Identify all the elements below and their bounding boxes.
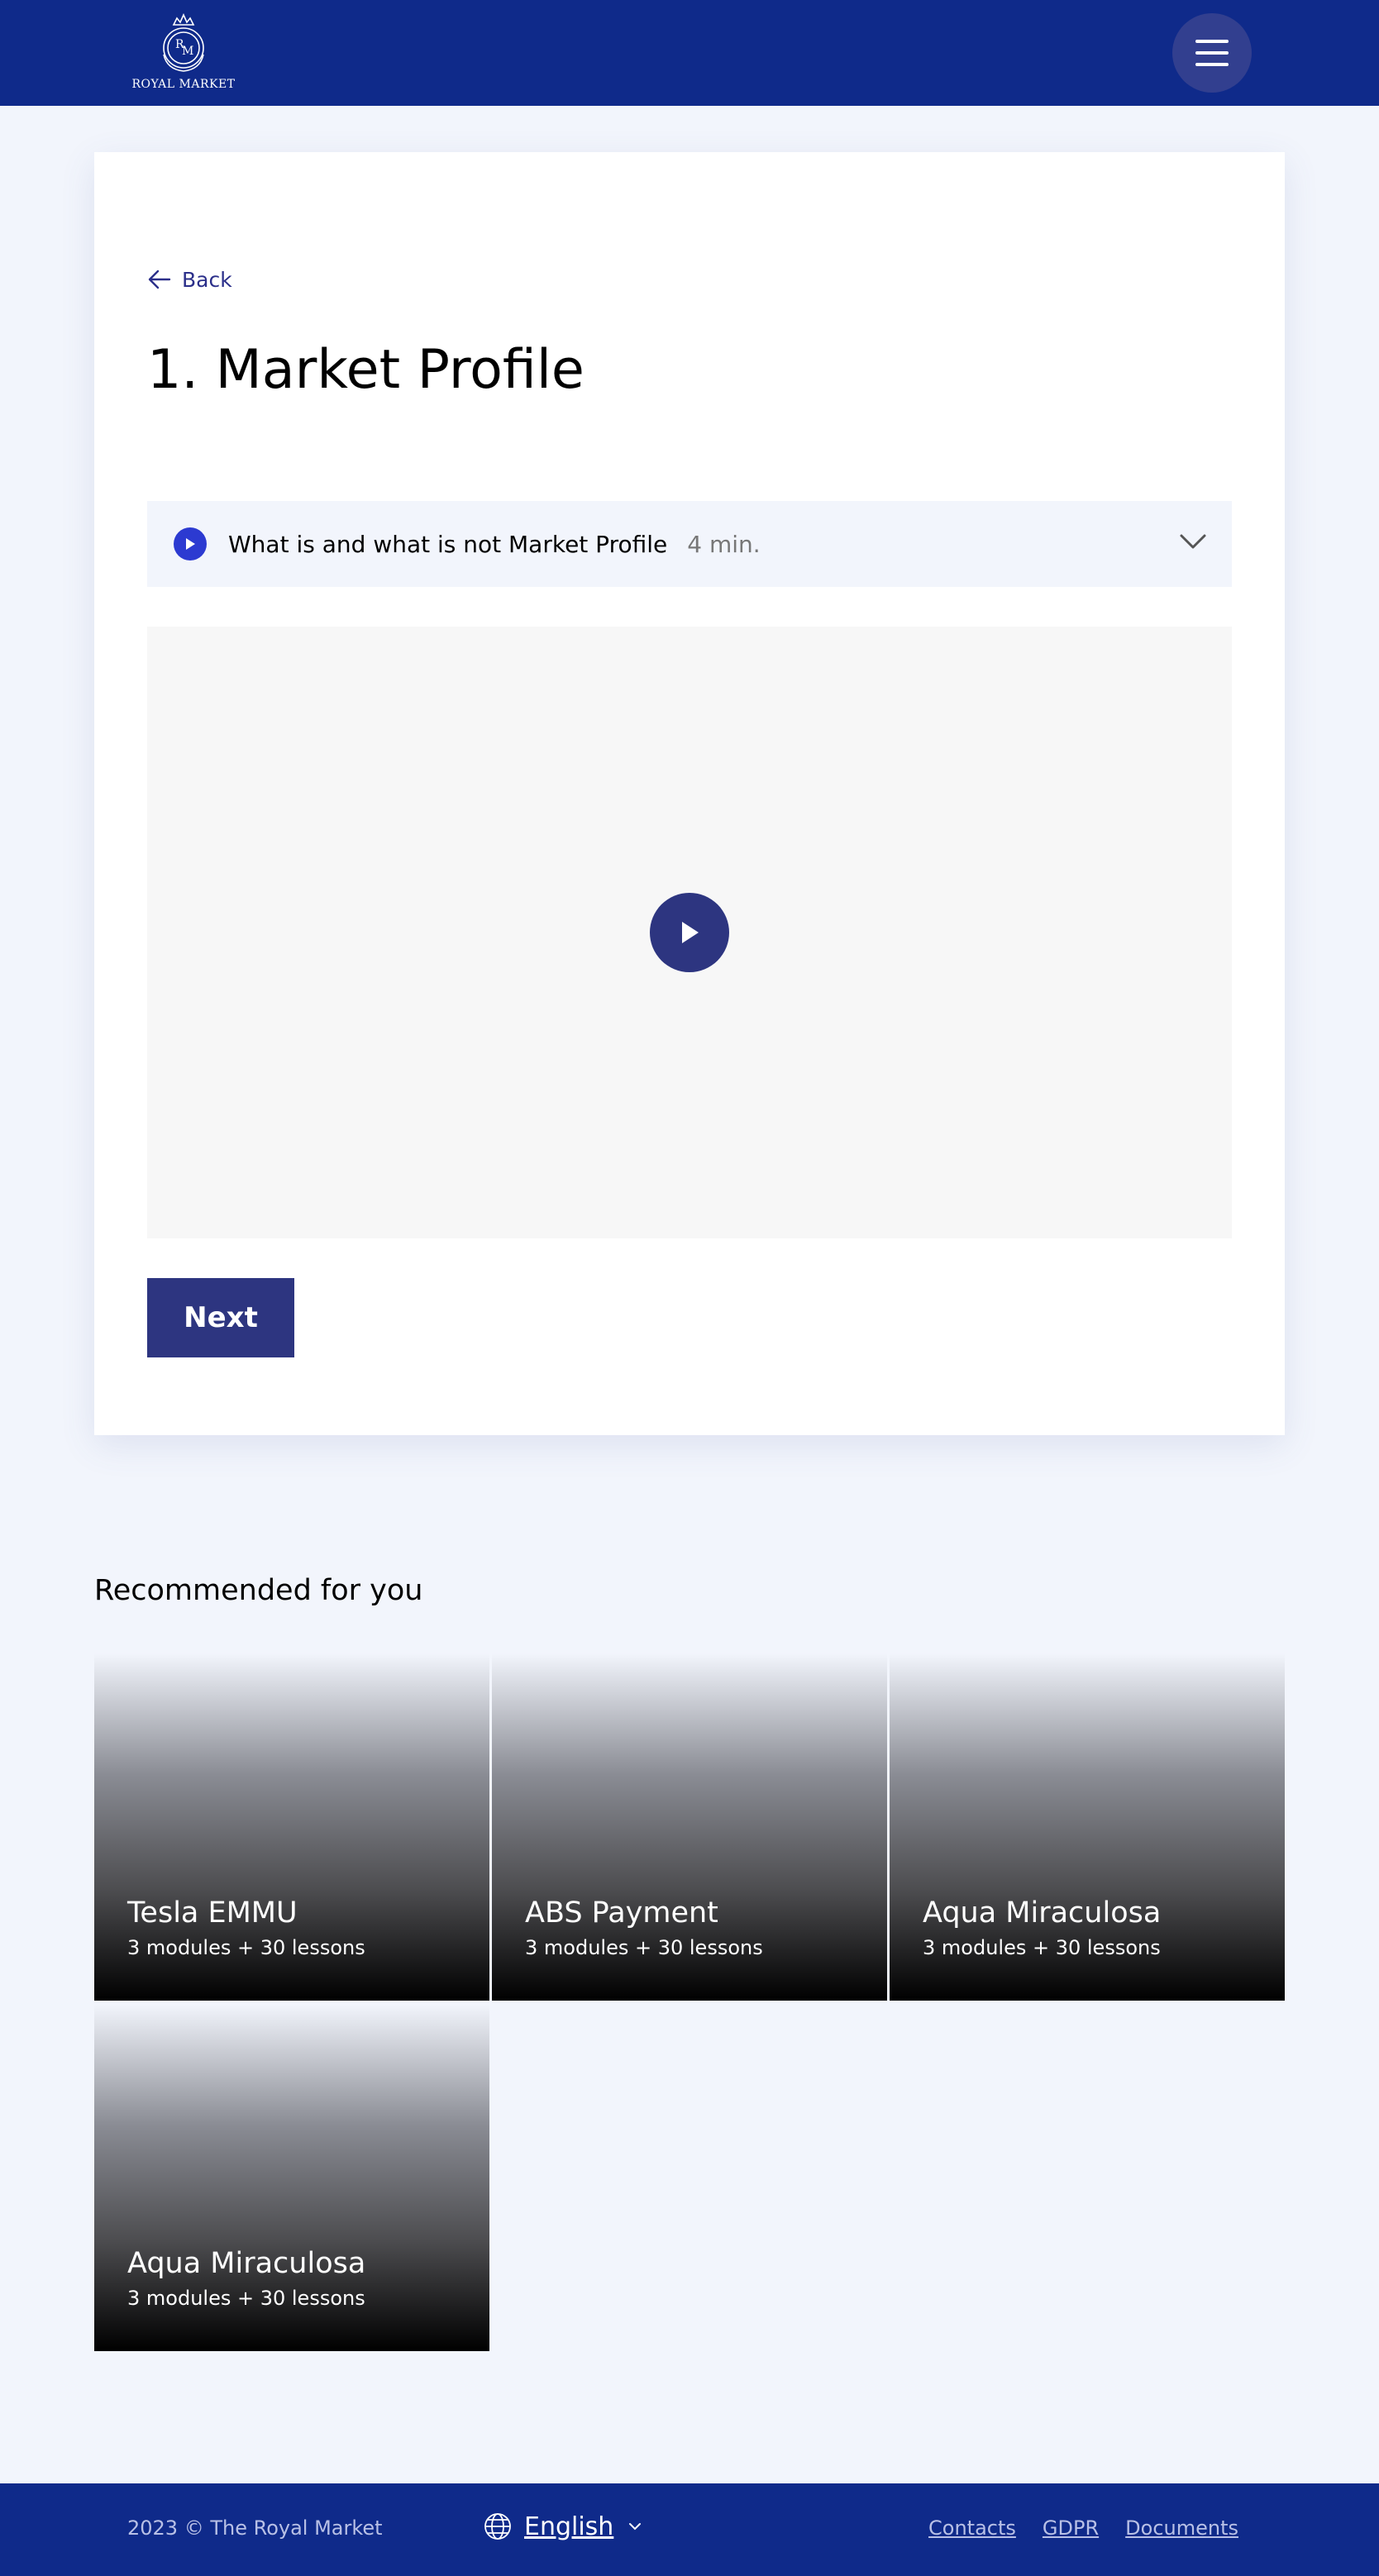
course-name: Tesla EMMU <box>127 1896 298 1930</box>
course-tile[interactable]: ABS Payment 3 modules + 30 lessons <box>492 1653 887 2001</box>
menu-button[interactable] <box>1172 13 1252 93</box>
course-meta: 3 modules + 30 lessons <box>127 1936 365 1959</box>
hamburger-menu-icon-line <box>1195 51 1229 55</box>
copyright-text: 2023 © The Royal Market <box>127 2516 383 2540</box>
course-name: ABS Payment <box>525 1896 718 1930</box>
lesson-duration: 4 min. <box>687 530 761 558</box>
language-label: English <box>524 2512 614 2541</box>
course-tile[interactable]: Tesla EMMU 3 modules + 30 lessons <box>94 1653 489 2001</box>
footer-links: Contacts GDPR Documents <box>928 2516 1238 2540</box>
page-title: 1. Market Profile <box>147 339 585 401</box>
play-icon <box>174 527 207 561</box>
next-button[interactable]: Next <box>147 1278 294 1357</box>
video-play-button[interactable] <box>650 893 729 972</box>
course-meta: 3 modules + 30 lessons <box>923 1936 1161 1959</box>
footer-link-contacts[interactable]: Contacts <box>928 2516 1016 2540</box>
svg-text:M: M <box>182 45 193 58</box>
arrow-left-icon <box>148 270 171 289</box>
back-link[interactable]: Back <box>147 263 232 296</box>
course-tile[interactable]: Aqua Miraculosa 3 modules + 30 lessons <box>94 2004 489 2351</box>
course-meta: 3 modules + 30 lessons <box>127 2287 365 2310</box>
back-label: Back <box>182 267 232 292</box>
crest-icon: R M <box>163 13 204 72</box>
hamburger-menu-icon-line <box>1195 63 1229 66</box>
lesson-accordion[interactable]: What is and what is not Market Profile 4… <box>147 501 1232 587</box>
language-selector[interactable]: English <box>483 2512 642 2541</box>
video-player[interactable] <box>147 627 1232 1238</box>
globe-icon <box>484 2513 511 2540</box>
chevron-down-icon <box>629 2523 642 2531</box>
royal-market-logo[interactable]: R M ROYAL MARKET <box>124 12 243 94</box>
lesson-title: What is and what is not Market Profile <box>228 530 668 558</box>
course-name: Aqua Miraculosa <box>923 1896 1162 1930</box>
course-meta: 3 modules + 30 lessons <box>525 1936 763 1959</box>
recommended-heading: Recommended for you <box>94 1574 423 1607</box>
course-name: Aqua Miraculosa <box>127 2247 366 2280</box>
lesson-card: Back 1. Market Profile What is and what … <box>94 152 1285 1435</box>
chevron-down-icon[interactable] <box>1179 532 1207 551</box>
hamburger-menu-icon <box>1195 40 1229 43</box>
site-footer: 2023 © The Royal Market English Contacts… <box>0 2483 1379 2576</box>
footer-link-documents[interactable]: Documents <box>1125 2516 1238 2540</box>
site-header: R M ROYAL MARKET <box>0 0 1379 106</box>
logo-text: ROYAL MARKET <box>131 78 236 91</box>
footer-link-gdpr[interactable]: GDPR <box>1043 2516 1099 2540</box>
course-tile[interactable]: Aqua Miraculosa 3 modules + 30 lessons <box>890 1653 1285 2001</box>
play-icon <box>682 922 699 943</box>
